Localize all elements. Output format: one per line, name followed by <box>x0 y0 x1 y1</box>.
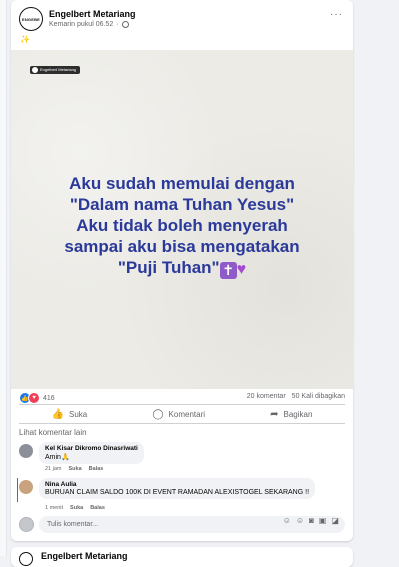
comment-author[interactable]: Kel Kisar Dikromo Dinasriwati <box>45 445 138 452</box>
quote-text: Aku sudah memulai dengan "Dalam nama Tuh… <box>11 173 353 280</box>
share-arrow-icon: ➦ <box>270 408 279 420</box>
highlight-bar <box>17 478 18 502</box>
share-button[interactable]: ➦ Bagikan <box>270 405 312 423</box>
like-button[interactable]: 👍 Suka <box>52 405 88 423</box>
commenter-avatar[interactable] <box>19 444 33 458</box>
comment-bubble: Nina Aulia BURUAN CLAIM SALDO 100K DI EV… <box>39 478 316 499</box>
comment-input-icons: ☺ ☺ ◙ ▣ ◪ <box>283 516 339 525</box>
post-stats: 👍 ♥ 416 20 komentar 50 Kali dibagikan <box>19 392 345 404</box>
globe-icon <box>121 21 129 28</box>
more-options-icon[interactable]: ··· <box>330 9 343 20</box>
left-sidebar-edge <box>0 0 7 556</box>
camera-icon[interactable]: ◙ <box>309 516 314 525</box>
post-header: ENGEBE Engelbert Metariang Kemarin pukul… <box>19 7 345 33</box>
comment-bubble: Kel Kisar Dikromo Dinasriwati Amin🙏 <box>39 442 144 464</box>
quote-line-3: Aku tidak boleh menyerah <box>76 216 288 235</box>
comment-text: BURUAN CLAIM SALDO 100K DI EVENT RAMADAN… <box>45 489 310 496</box>
comment-meta: 21 jam Suka Balas <box>45 466 103 472</box>
comment-reply-button[interactable]: Balas <box>90 505 105 511</box>
comment-button[interactable]: ◯ Komentari <box>152 405 205 423</box>
post-meta: Kemarin pukul 06.52 · <box>49 21 129 28</box>
post-caption: ✨ <box>20 35 30 44</box>
current-user-avatar[interactable] <box>19 517 34 532</box>
reactions-summary[interactable]: 👍 ♥ 416 <box>19 392 55 404</box>
comment-meta: 1 menit Suka Balas <box>45 505 105 511</box>
cross-emoji-icon: ✝ <box>219 262 237 279</box>
comment-count[interactable]: 20 komentar <box>247 393 286 400</box>
quote-line-5-wrap: "Puji Tuhan" ✝ ♥ <box>11 257 353 280</box>
purple-heart-icon: ♥ <box>236 261 247 278</box>
quote-line-1: Aku sudah memulai dengan <box>69 174 295 193</box>
author-avatar[interactable]: ENGEBE <box>19 7 43 31</box>
avatar-sticker-icon[interactable]: ☺ <box>283 516 291 525</box>
quote-line-4: sampai aku bisa mengatakan <box>64 237 300 256</box>
reaction-count: 416 <box>43 394 55 402</box>
comment-text: Amin🙏 <box>45 454 70 461</box>
divider <box>19 423 345 424</box>
author-avatar[interactable] <box>19 552 33 566</box>
author-name[interactable]: Engelbert Metariang <box>49 9 136 19</box>
post-image[interactable]: Engelbert Metariang Aku sudah memulai de… <box>11 50 353 389</box>
comment-time[interactable]: 21 jam <box>45 466 62 472</box>
view-more-comments-link[interactable]: Lihat komentar lain <box>19 428 87 437</box>
gif-icon[interactable]: ▣ <box>319 516 327 525</box>
quote-line-5: "Puji Tuhan" <box>117 258 220 277</box>
thumbs-up-icon: 👍 <box>51 408 64 420</box>
next-post-card: Engelbert Metariang <box>11 547 353 567</box>
quote-line-2: "Dalam nama Tuhan Yesus" <box>69 195 295 214</box>
comment-reply-button[interactable]: Balas <box>89 466 104 472</box>
post-timestamp[interactable]: Kemarin pukul 06.52 <box>49 21 113 28</box>
comment-like-button[interactable]: Suka <box>70 505 83 511</box>
commenter-avatar[interactable] <box>19 480 33 494</box>
share-count[interactable]: 50 Kali dibagikan <box>292 393 345 400</box>
love-reaction-icon: ♥ <box>28 392 40 404</box>
image-watermark: Engelbert Metariang <box>30 66 81 74</box>
post-card: ENGEBE Engelbert Metariang Kemarin pukul… <box>11 0 353 541</box>
emoji-icon[interactable]: ☺ <box>296 516 304 525</box>
sticker-icon[interactable]: ◪ <box>331 516 339 525</box>
comment-author[interactable]: Nina Aulia <box>45 481 309 488</box>
speech-bubble-icon: ◯ <box>152 408 164 420</box>
comment-like-button[interactable]: Suka <box>69 466 82 472</box>
author-name[interactable]: Engelbert Metariang <box>41 551 128 561</box>
comment-input-row: Tulis komentar... ☺ ☺ ◙ ▣ ◪ <box>19 516 345 534</box>
comment-time[interactable]: 1 menit <box>45 505 63 511</box>
post-actions: 👍 Suka ◯ Komentari ➦ Bagikan <box>19 405 345 423</box>
avatar-text: ENGEBE <box>21 16 41 22</box>
